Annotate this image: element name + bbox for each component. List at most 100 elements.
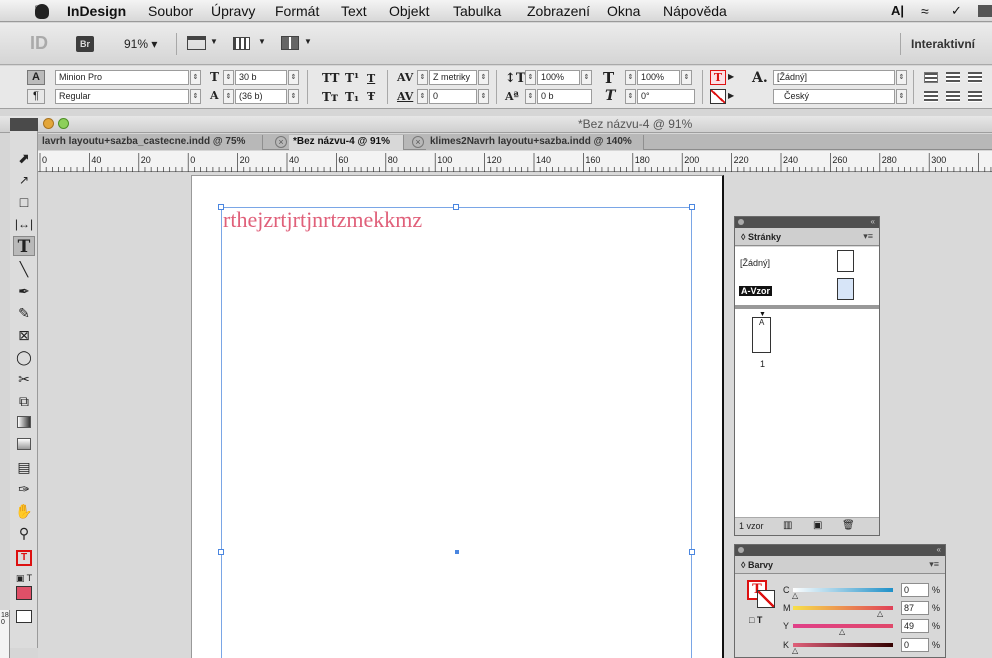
screen-mode-tool-icon[interactable] [13, 608, 35, 628]
horizontal-scale-field[interactable]: 100% [637, 70, 680, 85]
menu-soubor[interactable]: Soubor [148, 3, 193, 19]
text-stroke-swatch[interactable] [710, 89, 726, 104]
tracking-field[interactable]: 0 [429, 89, 477, 104]
none-master-label[interactable]: [Žádný] [740, 258, 770, 268]
vertical-ruler[interactable]: 180 [0, 610, 10, 658]
vertical-scale-dropdown[interactable]: ⇕ [581, 70, 592, 85]
menu-objekt[interactable]: Objekt [389, 3, 429, 19]
a-master-thumb[interactable] [837, 278, 854, 300]
panel-close-icon[interactable] [738, 219, 744, 225]
menu-napoveda[interactable]: Nápověda [663, 3, 727, 19]
small-caps-button[interactable]: Tт [322, 90, 338, 104]
menu-tabulka[interactable]: Tabulka [453, 3, 501, 19]
tab-bez-nazvu-4[interactable]: *Bez názvu-4 @ 91% [289, 135, 404, 150]
zoom-level-dropdown[interactable]: 91% ▾ [124, 37, 157, 51]
kerning-stepper[interactable]: ⇕ [417, 70, 428, 85]
fill-swatch-icon[interactable] [13, 585, 35, 605]
formatting-affects-text-icon[interactable]: □ T [749, 615, 762, 625]
horizontal-ruler[interactable]: 0 40 20 0 20 40 60 80 100 120 140 160 180 200 220 240 26… [38, 151, 992, 172]
font-family-dropdown[interactable]: ⇕ [190, 70, 201, 85]
black-slider-thumb[interactable]: △ [792, 646, 798, 655]
align-right-icon[interactable] [968, 72, 982, 83]
pages-panel-header[interactable]: « [735, 217, 879, 228]
cyan-slider[interactable] [793, 588, 893, 592]
arrange-chevron-icon[interactable]: ▼ [304, 37, 312, 46]
apple-logo-icon[interactable] [35, 4, 49, 19]
time-machine-icon[interactable]: ✓ [951, 3, 962, 19]
font-style-dropdown[interactable]: ⇕ [190, 89, 201, 104]
tracking-dropdown[interactable]: ⇕ [478, 89, 489, 104]
kerning-field[interactable]: Z metriky [429, 70, 477, 85]
pages-panel-tab[interactable]: ◊ Stránky [735, 228, 879, 246]
menu-okna[interactable]: Okna [607, 3, 640, 19]
delete-page-icon[interactable]: 🗑 [842, 520, 855, 531]
panel-menu-icon[interactable]: ▾≡ [863, 231, 873, 242]
horizontal-scale-stepper[interactable]: ⇕ [625, 70, 636, 85]
adobe-status-icon[interactable]: A| [891, 3, 904, 18]
black-value-input[interactable]: 0 [901, 638, 929, 652]
horizontal-scale-dropdown[interactable]: ⇕ [681, 70, 692, 85]
magenta-slider-thumb[interactable]: △ [877, 609, 883, 618]
frame-handle[interactable] [689, 549, 695, 555]
font-size-dropdown[interactable]: ⇕ [288, 70, 299, 85]
text-fill-swatch[interactable]: T [710, 70, 726, 85]
text-frame[interactable] [221, 207, 692, 658]
page-tool-icon[interactable]: □ [13, 192, 35, 212]
tab-klimes2-navrh[interactable]: klimes2Navrh layoutu+sazba.indd @ 140% [426, 135, 644, 150]
frame-handle[interactable] [689, 204, 695, 210]
frame-center-point[interactable] [455, 550, 459, 554]
baseline-shift-field[interactable]: 0 b [537, 89, 592, 104]
baseline-shift-stepper[interactable]: ⇕ [525, 89, 536, 104]
gradient-feather-tool-icon[interactable] [13, 435, 35, 455]
tracking-stepper[interactable]: ⇕ [417, 89, 428, 104]
colors-panel-tab[interactable]: ◊ Barvy [735, 556, 945, 574]
vertical-scale-stepper[interactable]: ⇕ [525, 70, 536, 85]
fill-swatch-arrow-icon[interactable]: ▶ [728, 72, 734, 81]
scissors-tool-icon[interactable]: ✂ [13, 369, 35, 389]
justify-center-icon[interactable] [946, 91, 960, 102]
magenta-value-input[interactable]: 87 [901, 601, 929, 615]
justify-all-icon[interactable] [968, 91, 982, 102]
free-transform-tool-icon[interactable]: ⧉ [13, 391, 35, 411]
note-tool-icon[interactable]: ▤ [13, 457, 35, 477]
tab-navrh-layoutu[interactable]: lavrh layoutu+sazba_castecne.indd @ 75% [38, 135, 263, 150]
leading-stepper[interactable]: ⇕ [223, 89, 234, 104]
stroke-color-icon[interactable] [757, 590, 775, 608]
new-page-icon[interactable]: ▣ [813, 520, 822, 531]
language-field[interactable]: Český [773, 89, 895, 104]
line-tool-icon[interactable]: ╲ [13, 259, 35, 279]
character-mode-button[interactable]: A [27, 70, 45, 85]
hand-tool-icon[interactable]: ✋ [13, 501, 35, 521]
selection-tool-icon[interactable]: ⬈ [13, 148, 35, 168]
close-tab-icon[interactable]: × [275, 136, 287, 148]
eyedropper-tool-icon[interactable]: ✑ [13, 479, 35, 499]
type-tool-icon[interactable]: T [13, 236, 35, 257]
align-left-icon[interactable] [924, 72, 938, 83]
tools-panel-header[interactable] [10, 118, 38, 131]
black-slider[interactable] [793, 643, 893, 647]
battery-icon[interactable] [978, 5, 992, 17]
a-master-label[interactable]: A-Vzor [739, 286, 772, 296]
panel-menu-icon[interactable]: ▾≡ [929, 559, 939, 570]
view-options-icon[interactable] [187, 36, 206, 50]
panel-collapse-icon[interactable]: « [937, 545, 941, 554]
menu-upravy[interactable]: Úpravy [211, 3, 255, 19]
rectangle-frame-tool-icon[interactable]: ⊠ [13, 325, 35, 345]
menu-format[interactable]: Formát [275, 3, 319, 19]
font-size-stepper[interactable]: ⇕ [223, 70, 234, 85]
leading-field[interactable]: (36 b) [235, 89, 287, 104]
body-text[interactable]: rthejzrtjrtjnrtzmekkmz [223, 207, 422, 233]
none-master-thumb[interactable] [837, 250, 854, 272]
skew-stepper[interactable]: ⇕ [625, 89, 636, 104]
menu-zobrazeni[interactable]: Zobrazení [527, 3, 590, 19]
all-caps-button[interactable]: TT [322, 71, 339, 85]
frame-handle[interactable] [453, 204, 459, 210]
direct-selection-tool-icon[interactable]: ↗ [13, 170, 35, 190]
skew-field[interactable]: 0° [637, 89, 695, 104]
paragraph-mode-button[interactable]: ¶ [27, 89, 45, 104]
frame-handle[interactable] [218, 549, 224, 555]
close-tab-icon[interactable]: × [412, 136, 424, 148]
font-size-field[interactable]: 30 b [235, 70, 287, 85]
panel-collapse-icon[interactable]: « [871, 217, 875, 226]
pencil-tool-icon[interactable]: ✎ [13, 303, 35, 323]
